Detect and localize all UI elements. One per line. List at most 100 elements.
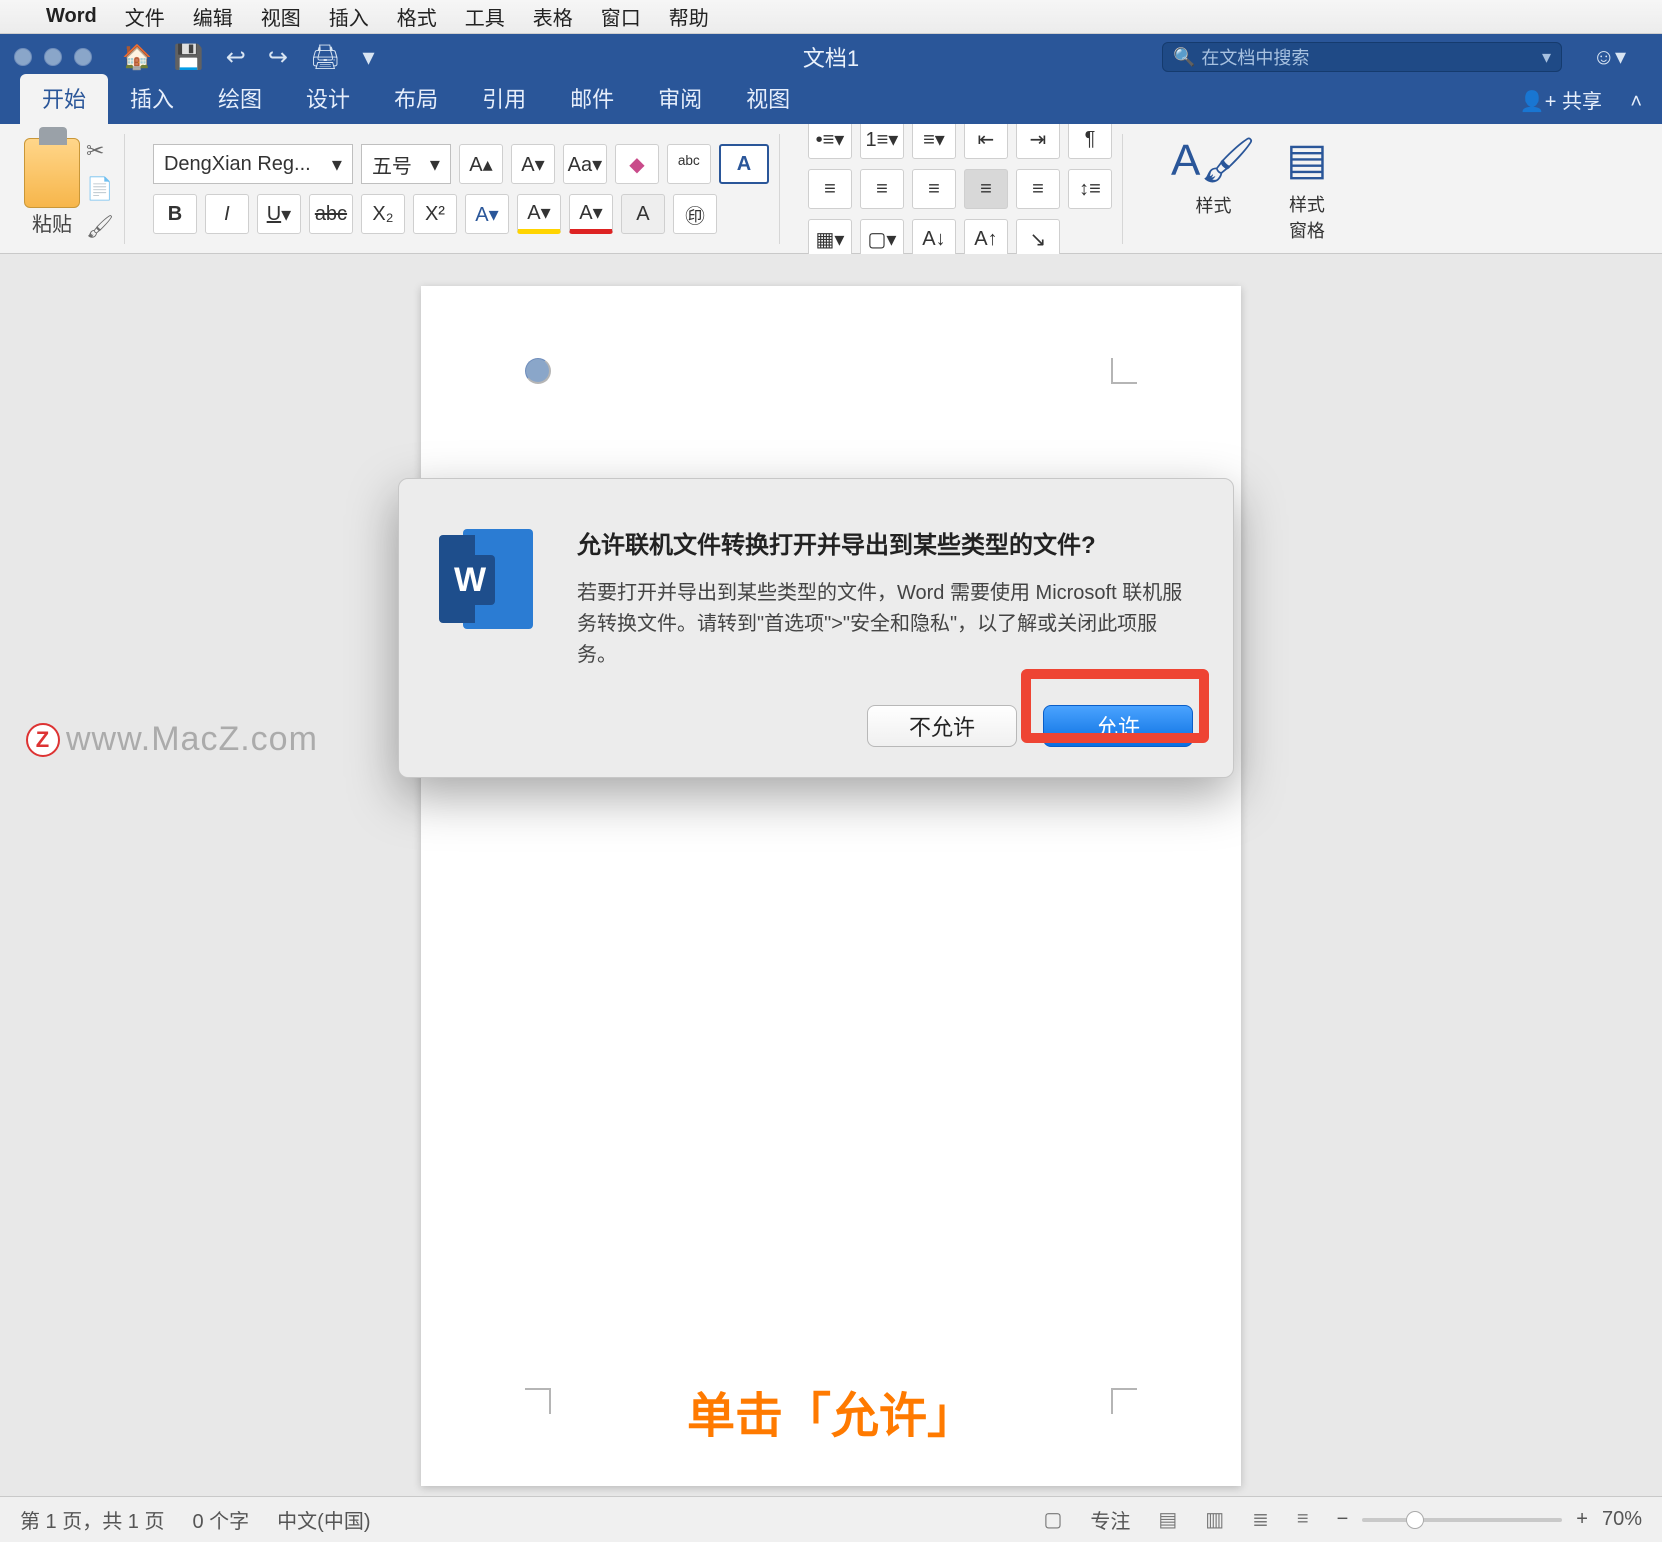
menu-insert[interactable]: 插入 bbox=[329, 2, 369, 31]
numbering-icon[interactable]: 1≡▾ bbox=[860, 119, 904, 159]
tab-layout[interactable]: 布局 bbox=[372, 74, 460, 124]
justify-icon[interactable]: ≡ bbox=[964, 169, 1008, 209]
menu-tools[interactable]: 工具 bbox=[465, 2, 505, 31]
collapse-ribbon-icon[interactable]: ˄ bbox=[1630, 91, 1642, 114]
multilevel-list-icon[interactable]: ≡▾ bbox=[912, 119, 956, 159]
menu-table[interactable]: 表格 bbox=[533, 2, 573, 31]
menu-edit[interactable]: 编辑 bbox=[193, 2, 233, 31]
tab-insert[interactable]: 插入 bbox=[108, 74, 196, 124]
phonetic-guide-icon[interactable]: ᵃᵇᶜ bbox=[667, 144, 711, 184]
share-button[interactable]: 👤+ 共享 bbox=[1520, 85, 1602, 114]
tab-references[interactable]: 引用 bbox=[460, 74, 548, 124]
styles-pane-button[interactable]: ▤ 样式 窗格 bbox=[1286, 134, 1328, 243]
print-icon[interactable]: 🖨 bbox=[310, 43, 340, 72]
zoom-slider[interactable] bbox=[1362, 1518, 1562, 1522]
bullets-icon[interactable]: •≡▾ bbox=[808, 119, 852, 159]
status-page[interactable]: 第 1 页，共 1 页 bbox=[20, 1505, 164, 1534]
qat-dropdown-icon[interactable]: ▾ bbox=[362, 43, 374, 72]
document-area[interactable] bbox=[0, 254, 1662, 1496]
zoom-in-button[interactable]: + bbox=[1576, 1508, 1588, 1531]
document-page[interactable] bbox=[421, 286, 1241, 1486]
zoom-out-button[interactable]: − bbox=[1337, 1508, 1349, 1531]
align-center-icon[interactable]: ≡ bbox=[860, 169, 904, 209]
sort-icon[interactable]: A↓ bbox=[912, 219, 956, 259]
copy-icon[interactable]: 📄 bbox=[86, 176, 114, 202]
margin-mark-br bbox=[1111, 1388, 1137, 1414]
font-size-combo[interactable]: 五号▾ bbox=[361, 144, 451, 184]
tab-view[interactable]: 视图 bbox=[724, 74, 812, 124]
strikethrough-button[interactable]: abc bbox=[309, 194, 353, 234]
highlight-color-icon[interactable]: A▾ bbox=[517, 194, 561, 234]
shading-icon[interactable]: ▦▾ bbox=[808, 219, 852, 259]
font-color-icon[interactable]: A▾ bbox=[569, 194, 613, 234]
clear-formatting-icon[interactable]: ◆ bbox=[615, 144, 659, 184]
status-word-count[interactable]: 0 个字 bbox=[192, 1505, 249, 1534]
align-left-icon[interactable]: ≡ bbox=[808, 169, 852, 209]
bold-button[interactable]: B bbox=[153, 194, 197, 234]
minimize-window-button[interactable] bbox=[44, 48, 62, 66]
focus-mode-icon[interactable]: ▢ bbox=[1043, 1507, 1062, 1532]
grow-font-icon[interactable]: A▴ bbox=[459, 144, 503, 184]
paragraph-dialog-icon[interactable]: ↘ bbox=[1016, 219, 1060, 259]
character-border-icon[interactable]: A bbox=[719, 144, 769, 184]
increase-indent-icon[interactable]: ⇥ bbox=[1016, 119, 1060, 159]
cut-icon[interactable]: ✂︎ bbox=[86, 138, 114, 164]
tab-design[interactable]: 设计 bbox=[284, 74, 372, 124]
app-name[interactable]: Word bbox=[46, 5, 97, 28]
word-app-icon: W bbox=[439, 529, 539, 629]
format-painter-icon[interactable]: 🖌 bbox=[86, 214, 114, 240]
search-dropdown-icon[interactable]: ▾ bbox=[1542, 47, 1551, 68]
italic-button[interactable]: I bbox=[205, 194, 249, 234]
close-window-button[interactable] bbox=[14, 48, 32, 66]
borders-icon[interactable]: ▢▾ bbox=[860, 219, 904, 259]
deny-button[interactable]: 不允许 bbox=[867, 705, 1017, 747]
undo-icon[interactable]: ↩︎ bbox=[226, 43, 246, 72]
outline-view-icon[interactable]: ≣ bbox=[1252, 1507, 1269, 1532]
focus-mode-label[interactable]: 专注 bbox=[1090, 1505, 1130, 1534]
save-icon[interactable]: 💾 bbox=[174, 43, 204, 72]
tab-mailings[interactable]: 邮件 bbox=[548, 74, 636, 124]
sort-desc-icon[interactable]: A↑ bbox=[964, 219, 1008, 259]
line-spacing-icon[interactable]: ↕≡ bbox=[1068, 169, 1112, 209]
print-layout-view-icon[interactable]: ▤ bbox=[1158, 1507, 1177, 1532]
feedback-smile-icon[interactable]: ☺︎▾ bbox=[1592, 44, 1626, 70]
distributed-icon[interactable]: ≡ bbox=[1016, 169, 1060, 209]
tab-review[interactable]: 审阅 bbox=[636, 74, 724, 124]
search-placeholder: 在文档中搜索 bbox=[1201, 44, 1309, 70]
align-right-icon[interactable]: ≡ bbox=[912, 169, 956, 209]
allow-button[interactable]: 允许 bbox=[1043, 705, 1193, 747]
shrink-font-icon[interactable]: A▾ bbox=[511, 144, 555, 184]
show-marks-icon[interactable]: ¶ bbox=[1068, 119, 1112, 159]
search-input[interactable]: 🔍 在文档中搜索 ▾ bbox=[1162, 42, 1562, 72]
status-language[interactable]: 中文(中国) bbox=[277, 1505, 370, 1534]
home-icon[interactable]: 🏠 bbox=[122, 43, 152, 72]
superscript-button[interactable]: X² bbox=[413, 194, 457, 234]
paragraph-group: •≡▾ 1≡▾ ≡▾ ⇤ ⇥ ¶ ≡ ≡ ≡ ≡ ≡ ↕≡ ▦▾ ▢▾ A↓ A… bbox=[808, 119, 1112, 259]
text-effects-icon[interactable]: A▾ bbox=[465, 194, 509, 234]
character-shading-icon[interactable]: A bbox=[621, 194, 665, 234]
zoom-slider-thumb[interactable] bbox=[1406, 1511, 1424, 1529]
change-case-icon[interactable]: Aa▾ bbox=[563, 144, 607, 184]
tab-home[interactable]: 开始 bbox=[20, 74, 108, 124]
menu-file[interactable]: 文件 bbox=[125, 2, 165, 31]
subscript-button[interactable]: X₂ bbox=[361, 194, 405, 234]
paste-icon[interactable] bbox=[24, 138, 80, 208]
menu-format[interactable]: 格式 bbox=[397, 2, 437, 31]
decrease-indent-icon[interactable]: ⇤ bbox=[964, 119, 1008, 159]
web-layout-view-icon[interactable]: ▥ bbox=[1205, 1507, 1224, 1532]
online-conversion-dialog: W 允许联机文件转换打开并导出到某些类型的文件? 若要打开并导出到某些类型的文件… bbox=[398, 478, 1234, 778]
menu-view[interactable]: 视图 bbox=[261, 2, 301, 31]
menu-help[interactable]: 帮助 bbox=[669, 2, 709, 31]
underline-button[interactable]: U▾ bbox=[257, 194, 301, 234]
tab-draw[interactable]: 绘图 bbox=[196, 74, 284, 124]
enclose-characters-icon[interactable]: ㊞ bbox=[673, 194, 717, 234]
menu-window[interactable]: 窗口 bbox=[601, 2, 641, 31]
maximize-window-button[interactable] bbox=[74, 48, 92, 66]
styles-pane-label: 样式 窗格 bbox=[1289, 191, 1325, 243]
font-name-combo[interactable]: DengXian Reg...▾ bbox=[153, 144, 353, 184]
zoom-control: − + 70% bbox=[1337, 1508, 1642, 1531]
redo-icon[interactable]: ↪︎ bbox=[268, 43, 288, 72]
draft-view-icon[interactable]: ≡ bbox=[1297, 1508, 1309, 1531]
styles-button[interactable]: A🖌 样式 bbox=[1171, 134, 1256, 243]
zoom-percent[interactable]: 70% bbox=[1602, 1508, 1642, 1531]
